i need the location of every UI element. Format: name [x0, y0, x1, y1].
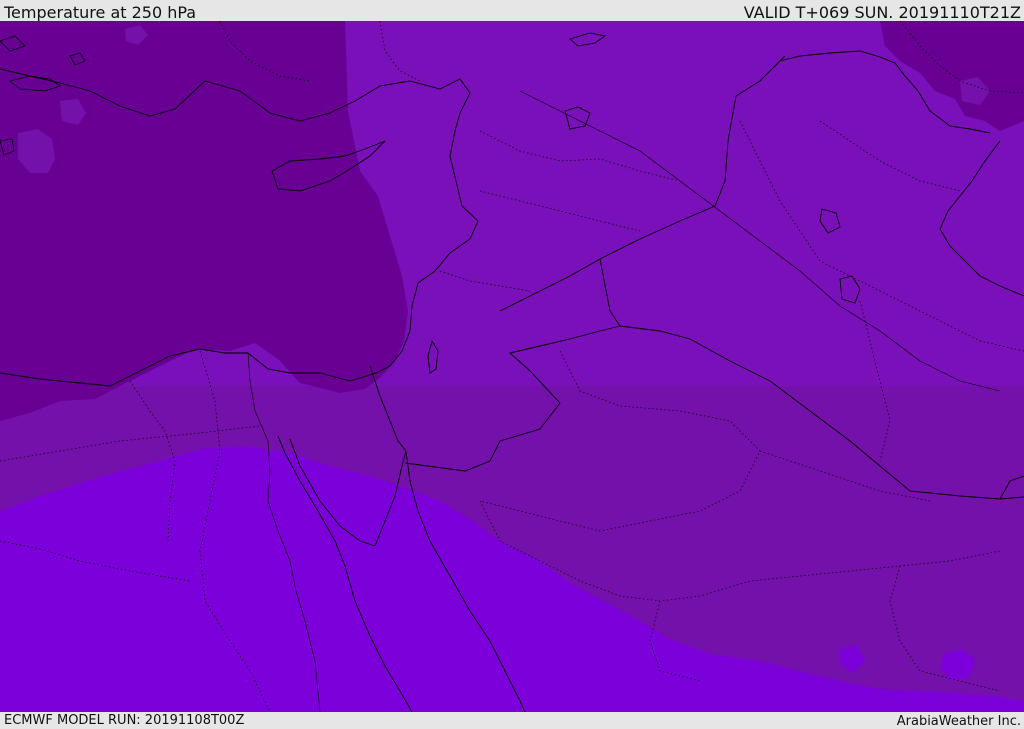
map-title: Temperature at 250 hPa	[4, 3, 197, 22]
credit-label: ArabiaWeather Inc.	[896, 714, 1021, 729]
footer-bar: ECMWF MODEL RUN: 20191108T00Z ArabiaWeat…	[0, 712, 1024, 729]
model-run-label: ECMWF MODEL RUN: 20191108T00Z	[4, 713, 245, 728]
weather-map-page: Temperature at 250 hPa VALID T+069 SUN. …	[0, 0, 1024, 729]
header-bar: Temperature at 250 hPa VALID T+069 SUN. …	[0, 0, 1024, 22]
temperature-map	[0, 21, 1024, 712]
valid-time-label: VALID T+069 SUN. 20191110T21Z	[743, 3, 1021, 22]
map-canvas	[0, 21, 1024, 712]
